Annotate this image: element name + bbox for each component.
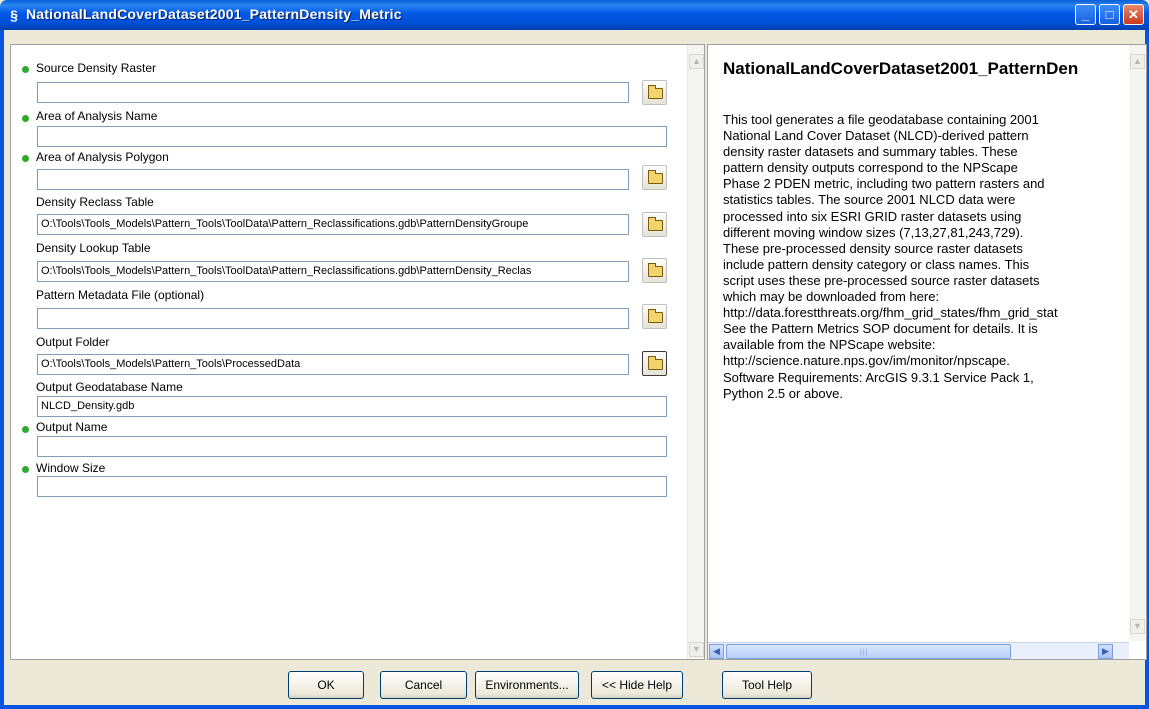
help-line: National Land Cover Dataset (NLCD)-deriv… xyxy=(723,128,1029,144)
window-title: NationalLandCoverDataset2001_PatternDens… xyxy=(26,6,402,22)
param-label-density-lookup-table: Density Lookup Table xyxy=(36,241,151,255)
open-folder-icon xyxy=(648,263,663,277)
help-link-line: http://data.forestthreats.org/fhm_grid_s… xyxy=(723,305,1058,321)
output-folder-input[interactable]: O:\Tools\Tools_Models\Pattern_Tools\Proc… xyxy=(37,354,629,375)
help-line: available from the NPScape website: xyxy=(723,337,936,353)
open-folder-icon xyxy=(648,356,663,370)
scroll-right-arrow-icon[interactable]: ▶ xyxy=(1098,644,1113,659)
close-button[interactable]: ✕ xyxy=(1123,4,1144,25)
parameters-vertical-scrollbar[interactable]: ▲ ▼ xyxy=(687,45,704,659)
scroll-down-arrow-icon[interactable]: ▼ xyxy=(1130,619,1145,634)
browse-source-density-raster-button[interactable] xyxy=(642,80,667,105)
browse-density-lookup-table-button[interactable] xyxy=(642,258,667,283)
parameters-panel: Source Density Raster Area of Analysis N… xyxy=(10,44,705,660)
help-line: density raster datasets and summary tabl… xyxy=(723,144,1018,160)
help-line: Software Requirements: ArcGIS 9.3.1 Serv… xyxy=(723,369,1034,385)
area-of-analysis-name-input[interactable] xyxy=(37,126,667,147)
window-frame-left xyxy=(0,30,4,709)
scroll-up-arrow-icon[interactable]: ▲ xyxy=(1130,54,1145,69)
browse-density-reclass-table-button[interactable] xyxy=(642,212,667,237)
open-folder-icon xyxy=(648,170,663,184)
ok-button[interactable]: OK xyxy=(288,671,364,699)
source-density-raster-input[interactable] xyxy=(37,82,629,103)
param-label-output-geodatabase-name: Output Geodatabase Name xyxy=(36,380,183,394)
help-line: pattern density outputs correspond to th… xyxy=(723,160,1018,176)
window-size-input[interactable] xyxy=(37,476,667,497)
param-label-output-folder: Output Folder xyxy=(36,335,110,349)
help-line: different moving window sizes (7,13,27,8… xyxy=(723,224,1024,240)
help-line: These pre-processed density source raste… xyxy=(723,240,1023,256)
scroll-down-arrow-icon[interactable]: ▼ xyxy=(689,642,704,657)
output-geodatabase-name-input[interactable]: NLCD_Density.gdb xyxy=(37,396,667,417)
param-label-output-name: Output Name xyxy=(36,420,108,434)
param-label-window-size: Window Size xyxy=(36,461,106,475)
help-description: This tool generates a file geodatabase c… xyxy=(723,112,1143,402)
grip-icon: ||| xyxy=(860,649,869,656)
arcgis-tool-icon: § xyxy=(10,7,18,23)
title-bar[interactable]: § NationalLandCoverDataset2001_PatternDe… xyxy=(0,0,1149,30)
required-indicator-icon xyxy=(22,115,29,122)
help-vertical-scrollbar[interactable]: ▲ ▼ xyxy=(1129,45,1146,641)
hide-help-button[interactable]: << Hide Help xyxy=(591,671,683,699)
help-line: script uses these pre-processed source r… xyxy=(723,272,1040,288)
param-label-area-of-analysis-polygon: Area of Analysis Polygon xyxy=(36,150,169,164)
density-lookup-table-input[interactable]: O:\Tools\Tools_Models\Pattern_Tools\Tool… xyxy=(37,261,629,282)
pattern-metadata-file-input[interactable] xyxy=(37,308,629,329)
required-indicator-icon xyxy=(22,66,29,73)
help-line: Python 2.5 or above. xyxy=(723,385,843,401)
environments-button[interactable]: Environments... xyxy=(475,671,579,699)
help-line: This tool generates a file geodatabase c… xyxy=(723,112,1039,127)
scroll-up-arrow-icon[interactable]: ▲ xyxy=(689,54,704,69)
cancel-button[interactable]: Cancel xyxy=(380,671,467,699)
help-title: NationalLandCoverDataset2001_PatternDen xyxy=(723,59,1079,78)
browse-area-of-analysis-polygon-button[interactable] xyxy=(642,165,667,190)
help-line: Phase 2 PDEN metric, including two patte… xyxy=(723,176,1045,192)
tool-dialog-window: § NationalLandCoverDataset2001_PatternDe… xyxy=(0,0,1149,709)
help-link-line: http://science.nature.nps.gov/im/monitor… xyxy=(723,353,1010,369)
param-label-area-of-analysis-name: Area of Analysis Name xyxy=(36,109,158,123)
tool-help-button[interactable]: Tool Help xyxy=(722,671,812,699)
minimize-button[interactable]: _ xyxy=(1075,4,1096,25)
param-label-pattern-metadata-file: Pattern Metadata File (optional) xyxy=(36,288,205,302)
help-horizontal-scrollbar[interactable]: ◀ ||| ▶ xyxy=(708,642,1129,659)
maximize-button[interactable]: □ xyxy=(1099,4,1120,25)
open-folder-icon xyxy=(648,85,663,99)
help-line: include pattern density category or clas… xyxy=(723,256,1030,272)
required-indicator-icon xyxy=(22,426,29,433)
open-folder-icon xyxy=(648,309,663,323)
help-line: See the Pattern Metrics SOP document for… xyxy=(723,321,1038,337)
param-label-density-reclass-table: Density Reclass Table xyxy=(36,195,154,209)
help-line: statistics tables. The source 2001 NLCD … xyxy=(723,192,1016,208)
help-line: which may be downloaded from here: xyxy=(723,289,940,305)
help-panel: NationalLandCoverDataset2001_PatternDen … xyxy=(707,44,1147,660)
density-reclass-table-input[interactable]: O:\Tools\Tools_Models\Pattern_Tools\Tool… xyxy=(37,214,629,235)
param-label-source-density-raster: Source Density Raster xyxy=(36,61,157,75)
browse-pattern-metadata-file-button[interactable] xyxy=(642,304,667,329)
area-of-analysis-polygon-input[interactable] xyxy=(37,169,629,190)
help-line: processed into six ESRI GRID raster data… xyxy=(723,208,1022,224)
required-indicator-icon xyxy=(22,155,29,162)
output-name-input[interactable] xyxy=(37,436,667,457)
window-frame-bottom xyxy=(0,705,1149,709)
open-folder-icon xyxy=(648,217,663,231)
scroll-left-arrow-icon[interactable]: ◀ xyxy=(709,644,724,659)
browse-output-folder-button[interactable] xyxy=(642,351,667,376)
required-indicator-icon xyxy=(22,466,29,473)
help-horizontal-scroll-thumb[interactable]: ||| xyxy=(726,644,1011,659)
